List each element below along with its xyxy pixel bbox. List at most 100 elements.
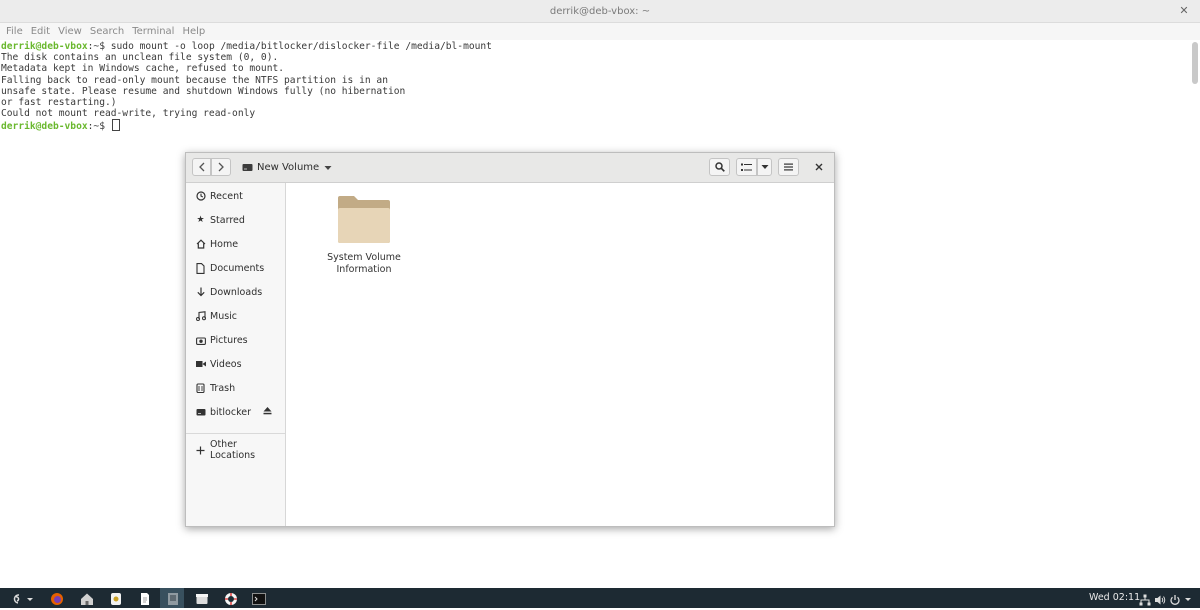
folder-icon <box>338 196 390 243</box>
folder-label-line: System Volume <box>327 252 401 263</box>
plus-icon <box>195 445 206 456</box>
hamburger-menu-icon <box>784 163 793 171</box>
location-label: New Volume <box>257 162 320 173</box>
sidebar-item-label: Downloads <box>210 286 263 298</box>
prompt-user: derrik@deb-vbox <box>1 41 88 52</box>
eject-icon[interactable] <box>263 406 272 418</box>
file-manager-window: New Volume Recent ★ Starred Home Documen… <box>185 152 835 527</box>
file-view[interactable]: System Volume Information <box>286 183 834 526</box>
sidebar-item-label: Pictures <box>210 334 248 346</box>
caret-down-icon <box>761 165 768 169</box>
sidebar-item-videos[interactable]: Videos <box>186 353 285 375</box>
close-icon <box>815 163 823 171</box>
drive-icon <box>242 164 253 171</box>
sidebar-item-label: Other Locations <box>209 439 256 461</box>
menu-caret-icon[interactable] <box>26 591 35 605</box>
music-icon <box>195 311 206 322</box>
document-icon <box>195 262 206 274</box>
output-line: Could not mount read-write, trying read-… <box>1 108 256 120</box>
caret-down-icon <box>324 165 332 170</box>
view-options-button[interactable] <box>757 158 772 176</box>
app-icon[interactable] <box>109 591 123 605</box>
sidebar-item-downloads[interactable]: Downloads <box>186 281 285 303</box>
download-icon <box>195 287 206 298</box>
terminal-menubar: File Edit View Search Terminal Help <box>0 23 1200 40</box>
clock[interactable]: Wed 02:11 <box>1089 592 1140 603</box>
sidebar-item-label: Starred <box>210 214 245 226</box>
output-line: Metadata kept in Windows cache, refused … <box>1 63 285 75</box>
chevron-left-icon <box>198 162 204 172</box>
debian-menu-icon[interactable] <box>10 591 24 605</box>
forward-button[interactable] <box>211 158 231 176</box>
prompt-user: derrik@deb-vbox <box>1 121 88 133</box>
help-icon[interactable] <box>224 591 238 605</box>
volume-icon[interactable] <box>1154 591 1168 605</box>
menu-file[interactable]: File <box>2 26 27 37</box>
menu-button[interactable] <box>778 158 799 176</box>
sidebar-item-pictures[interactable]: Pictures <box>186 329 285 351</box>
files-icon[interactable] <box>80 591 94 605</box>
terminal-titlebar: derrik@deb-vbox: ~ ✕ <box>0 0 1200 23</box>
back-button[interactable] <box>192 158 211 176</box>
sidebar-item-music[interactable]: Music <box>186 305 285 327</box>
star-icon: ★ <box>196 215 205 225</box>
sidebar-separator <box>186 433 285 434</box>
view-list-button[interactable] <box>736 158 757 176</box>
archive-icon[interactable] <box>195 591 209 605</box>
camera-icon <box>195 335 206 346</box>
menu-terminal[interactable]: Terminal <box>128 26 178 37</box>
search-icon <box>714 162 725 172</box>
output-line: Falling back to read-only mount because … <box>1 74 388 86</box>
folder-label-line: Information <box>336 264 392 275</box>
video-icon <box>195 359 206 370</box>
file-manager-close-button[interactable] <box>811 159 827 175</box>
sidebar-item-label: Trash <box>210 382 236 394</box>
terminal-cursor <box>111 119 120 132</box>
output-line: unsafe state. Please resume and shutdown… <box>1 85 406 97</box>
trash-icon <box>195 383 206 394</box>
location-button[interactable]: New Volume <box>242 158 332 177</box>
clock-icon <box>195 191 206 202</box>
home-icon <box>195 239 206 250</box>
text-editor-icon[interactable] <box>138 591 152 605</box>
terminal-icon[interactable] <box>252 591 266 605</box>
sidebar-item-home[interactable]: Home <box>186 233 285 255</box>
taskbar: Wed 02:11 <box>0 588 1200 608</box>
sidebar-item-recent[interactable]: Recent <box>186 185 285 207</box>
sidebar-item-trash[interactable]: Trash <box>186 377 285 399</box>
command-text: sudo mount -o loop /media/bitlocker/disl… <box>110 41 492 52</box>
menu-help[interactable]: Help <box>178 26 209 37</box>
output-line: The disk contains an unclean file system… <box>1 52 279 64</box>
folder-label: System Volume Information <box>324 252 404 276</box>
sidebar-item-label: Music <box>210 310 238 322</box>
drive-icon <box>195 407 206 418</box>
terminal-close-button[interactable]: ✕ <box>1176 3 1192 19</box>
menu-search[interactable]: Search <box>86 26 128 37</box>
menu-edit[interactable]: Edit <box>27 26 54 37</box>
sidebar-item-label: bitlocker <box>210 406 251 418</box>
output-line: or fast restarting.) <box>1 97 117 109</box>
list-view-icon <box>741 163 752 171</box>
terminal-scrollbar[interactable] <box>1192 42 1198 84</box>
sidebar-item-label: Recent <box>210 190 243 202</box>
sidebar-item-other-locations[interactable]: Other Locations <box>186 439 285 461</box>
power-icon[interactable] <box>1169 591 1183 605</box>
places-sidebar: Recent ★ Starred Home Documents Download… <box>186 183 286 526</box>
folder-item[interactable]: System Volume Information <box>324 193 404 279</box>
sidebar-item-starred[interactable]: ★ Starred <box>186 209 285 231</box>
prompt-path: :~$ <box>87 121 111 133</box>
notes-icon[interactable] <box>166 591 180 605</box>
firefox-icon[interactable] <box>50 591 64 605</box>
chevron-right-icon <box>218 162 224 172</box>
sidebar-item-label: Home <box>210 238 239 250</box>
tray-caret-icon[interactable] <box>1184 591 1194 605</box>
search-button[interactable] <box>709 158 730 176</box>
file-manager-headerbar: New Volume <box>186 153 834 183</box>
sidebar-item-label: Documents <box>210 262 265 274</box>
terminal-title: derrik@deb-vbox: ~ <box>549 5 651 17</box>
sidebar-item-label: Videos <box>210 358 242 370</box>
menu-view[interactable]: View <box>54 26 86 37</box>
sidebar-item-bitlocker[interactable]: bitlocker <box>186 401 285 423</box>
sidebar-item-documents[interactable]: Documents <box>186 257 285 279</box>
network-icon[interactable] <box>1139 591 1153 606</box>
